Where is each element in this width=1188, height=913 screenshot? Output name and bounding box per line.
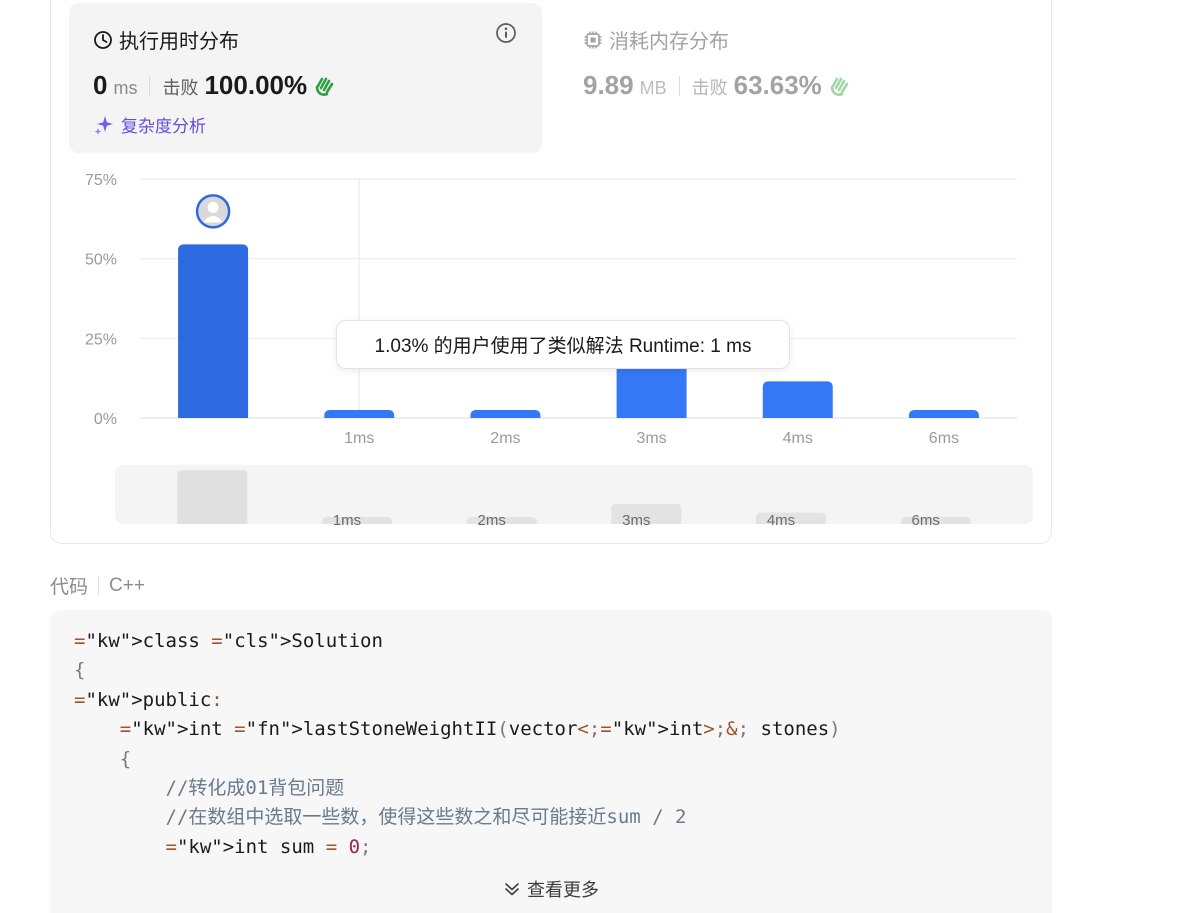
runtime-title: 执行用时分布 <box>93 25 239 54</box>
code-line: ="kw">public: <box>74 688 223 711</box>
memory-beats-label: 击败 <box>691 78 728 98</box>
code-content: ="kw">class ="cls">Solution { ="kw">public… <box>74 627 841 862</box>
memory-title[interactable]: 消耗内存分布 <box>583 25 729 54</box>
memory-unit: MB <box>639 78 667 98</box>
code-line: ="kw">class ="cls">Solution <box>74 630 383 652</box>
memory-stats: 9.89 MB 击败 63.63% <box>583 70 852 101</box>
divider <box>149 75 151 96</box>
code-language: C++ <box>109 574 145 596</box>
divider <box>678 75 680 96</box>
clap-hands-icon <box>315 77 334 96</box>
chart-bar[interactable] <box>470 410 541 418</box>
chart-bar[interactable] <box>178 244 249 418</box>
clock-icon <box>94 30 112 49</box>
chip-icon <box>584 31 602 48</box>
show-more-text: 查看更多 <box>527 880 599 900</box>
range-navigator[interactable] <box>115 465 1033 524</box>
complexity-analysis-link[interactable]: 复杂度分析 <box>93 112 206 137</box>
chart-bar[interactable] <box>324 410 395 418</box>
divider <box>98 576 100 595</box>
chart-tooltip: 1.03% 的用户使用了类似解法 Runtime: 1 ms <box>336 320 790 369</box>
clap-hands-icon <box>830 77 849 96</box>
info-icon[interactable] <box>495 22 517 44</box>
runtime-beats-label: 击败 <box>162 78 199 98</box>
memory-value: 9.89 <box>583 70 634 100</box>
code-header: 代码 C++ <box>50 572 145 599</box>
runtime-beats-value: 100.00% <box>204 70 308 100</box>
runtime-unit: ms <box>113 78 138 98</box>
code-line: ="kw">int ="fn">lastStoneWeightII(vector… <box>119 718 841 741</box>
memory-title-text: 消耗内存分布 <box>609 31 729 53</box>
sparkle-icon <box>94 115 113 135</box>
runtime-value: 0 <box>93 70 108 100</box>
complexity-analysis-text: 复杂度分析 <box>121 117 206 136</box>
code-line: ="kw">int sum = 0; <box>165 835 372 858</box>
double-chevron-down-icon <box>505 883 519 896</box>
code-line: { <box>74 659 86 682</box>
runtime-title-text: 执行用时分布 <box>119 31 239 53</box>
chart-bar[interactable] <box>908 410 979 418</box>
code-line: //在数组中选取一些数，使得这些数之和尽可能接近sum / 2 <box>165 806 687 829</box>
code-label: 代码 <box>50 577 89 598</box>
code-line: //转化成01背包问题 <box>165 777 345 800</box>
code-line: { <box>119 747 132 770</box>
show-more-button[interactable]: 查看更多 <box>503 876 599 902</box>
chart-bar[interactable] <box>762 381 833 418</box>
memory-beats-value: 63.63% <box>733 70 822 100</box>
runtime-stats: 0 ms 击败 100.00% <box>93 70 337 101</box>
